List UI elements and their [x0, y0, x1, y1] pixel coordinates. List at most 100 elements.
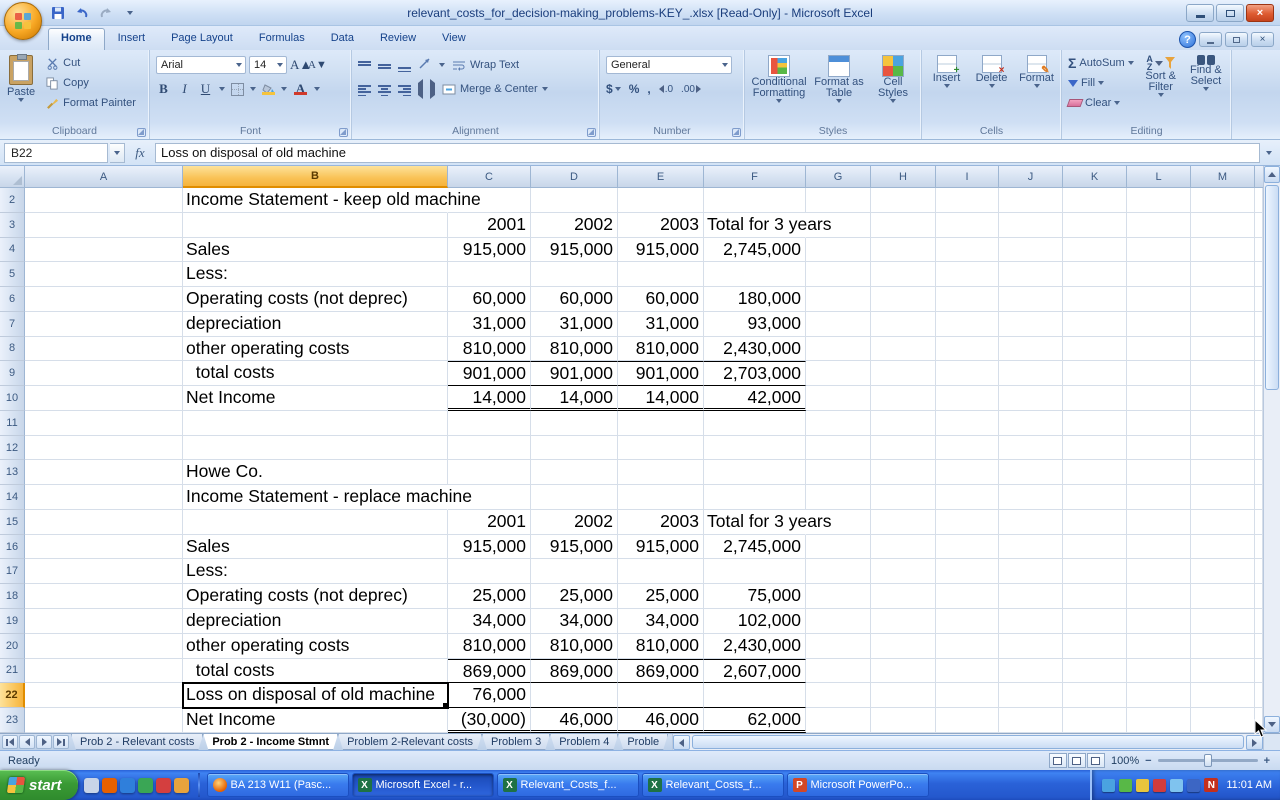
bold-button[interactable]: B	[156, 81, 171, 97]
wrap-text-button[interactable]: Wrap Text	[452, 55, 519, 75]
cell-H3[interactable]	[871, 213, 936, 238]
decrease-indent-button[interactable]	[418, 83, 423, 95]
cell-J16[interactable]	[999, 535, 1063, 560]
start-button[interactable]: start	[0, 770, 78, 800]
row-header-12[interactable]: 12	[0, 436, 25, 461]
cell-A10[interactable]	[25, 386, 183, 411]
insert-function-button[interactable]: fx	[127, 143, 153, 163]
cell-I4[interactable]	[936, 238, 999, 263]
cell-M12[interactable]	[1191, 436, 1255, 461]
cell-G2[interactable]	[806, 188, 871, 213]
italic-button[interactable]: I	[177, 81, 192, 97]
cell-D10[interactable]: 14,000	[531, 386, 618, 411]
cell-H21[interactable]	[871, 659, 936, 684]
cell-K15[interactable]	[1063, 510, 1127, 535]
cell-H9[interactable]	[871, 361, 936, 386]
cell-F4[interactable]: 2,745,000	[704, 238, 806, 263]
cell-K18[interactable]	[1063, 584, 1127, 609]
cell-H20[interactable]	[871, 634, 936, 659]
cell-E13[interactable]	[618, 460, 704, 485]
row-header-5[interactable]: 5	[0, 262, 25, 287]
cell-M4[interactable]	[1191, 238, 1255, 263]
cell-B22[interactable]: Loss on disposal of old machine	[183, 683, 448, 708]
cell-A16[interactable]	[25, 535, 183, 560]
cell-J13[interactable]	[999, 460, 1063, 485]
cell-L3[interactable]	[1127, 213, 1191, 238]
align-left-button[interactable]	[358, 84, 371, 95]
autosum-button[interactable]: Σ AutoSum	[1066, 53, 1137, 73]
alignment-dialog-launcher-icon[interactable]	[587, 128, 596, 137]
cell-L15[interactable]	[1127, 510, 1191, 535]
vertical-scroll-track[interactable]	[1264, 392, 1280, 716]
row-header-17[interactable]: 17	[0, 559, 25, 584]
cell-L19[interactable]	[1127, 609, 1191, 634]
cell-E12[interactable]	[618, 436, 704, 461]
column-header-A[interactable]: A	[25, 166, 183, 188]
cell-I20[interactable]	[936, 634, 999, 659]
insert-cells-button[interactable]: + Insert	[926, 53, 967, 121]
cell-A12[interactable]	[25, 436, 183, 461]
cell-D16[interactable]: 915,000	[531, 535, 618, 560]
cell-B2[interactable]: Income Statement - keep old machine	[183, 188, 448, 213]
cell-F12[interactable]	[704, 436, 806, 461]
cell-D15[interactable]: 2002	[531, 510, 618, 535]
cell-L14[interactable]	[1127, 485, 1191, 510]
cell-E20[interactable]: 810,000	[618, 634, 704, 659]
cell-F7[interactable]: 93,000	[704, 312, 806, 337]
cell-B19[interactable]: depreciation	[183, 609, 448, 634]
cell-J18[interactable]	[999, 584, 1063, 609]
row-header-2[interactable]: 2	[0, 188, 25, 213]
taskbar-window-button[interactable]: Relevant_Costs_f...	[642, 773, 784, 797]
cell-A5[interactable]	[25, 262, 183, 287]
cell-K3[interactable]	[1063, 213, 1127, 238]
zoom-slider-thumb[interactable]	[1204, 754, 1212, 767]
first-sheet-button[interactable]	[2, 735, 18, 749]
cell-I22[interactable]	[936, 683, 999, 708]
cell-D13[interactable]	[531, 460, 618, 485]
cell-A18[interactable]	[25, 584, 183, 609]
cell-L13[interactable]	[1127, 460, 1191, 485]
cell-I10[interactable]	[936, 386, 999, 411]
cell-D20[interactable]: 810,000	[531, 634, 618, 659]
cell-L8[interactable]	[1127, 337, 1191, 362]
cell-F10[interactable]: 42,000	[704, 386, 806, 411]
normal-view-button[interactable]	[1049, 753, 1067, 768]
next-sheet-button[interactable]	[36, 735, 52, 749]
cell-A23[interactable]	[25, 708, 183, 733]
cell-B7[interactable]: depreciation	[183, 312, 448, 337]
cell-C15[interactable]: 2001	[448, 510, 531, 535]
cell-D18[interactable]: 25,000	[531, 584, 618, 609]
align-center-button[interactable]	[378, 84, 391, 95]
sheet-tab[interactable]: Proble	[618, 734, 668, 750]
cell-F18[interactable]: 75,000	[704, 584, 806, 609]
cell-L5[interactable]	[1127, 262, 1191, 287]
cell-G17[interactable]	[806, 559, 871, 584]
cell-G6[interactable]	[806, 287, 871, 312]
cell-F22[interactable]	[704, 683, 806, 708]
cell-C22[interactable]: 76,000	[448, 683, 531, 708]
cell-I13[interactable]	[936, 460, 999, 485]
cell-D9[interactable]: 901,000	[531, 361, 618, 386]
cell-E3[interactable]: 2003	[618, 213, 704, 238]
cell-D22[interactable]	[531, 683, 618, 708]
cell-D11[interactable]	[531, 411, 618, 436]
cell-C3[interactable]: 2001	[448, 213, 531, 238]
workbook-close-button[interactable]: ×	[1251, 32, 1274, 47]
find-select-button[interactable]: Find & Select	[1185, 53, 1227, 121]
scroll-right-button[interactable]	[1246, 735, 1263, 750]
cell-I14[interactable]	[936, 485, 999, 510]
cell-B17[interactable]: Less:	[183, 559, 448, 584]
cell-H4[interactable]	[871, 238, 936, 263]
redo-button[interactable]	[96, 4, 116, 22]
grow-font-button[interactable]: A▲	[290, 57, 305, 73]
cell-D7[interactable]: 31,000	[531, 312, 618, 337]
cell-C7[interactable]: 31,000	[448, 312, 531, 337]
taskbar-window-button[interactable]: BA 213 W11 (Pasc...	[207, 773, 349, 797]
cell-A14[interactable]	[25, 485, 183, 510]
cell-A8[interactable]	[25, 337, 183, 362]
cell-J23[interactable]	[999, 708, 1063, 733]
page-layout-view-button[interactable]	[1068, 753, 1086, 768]
cell-I7[interactable]	[936, 312, 999, 337]
align-right-button[interactable]	[398, 84, 411, 95]
restore-button[interactable]	[1216, 4, 1244, 22]
